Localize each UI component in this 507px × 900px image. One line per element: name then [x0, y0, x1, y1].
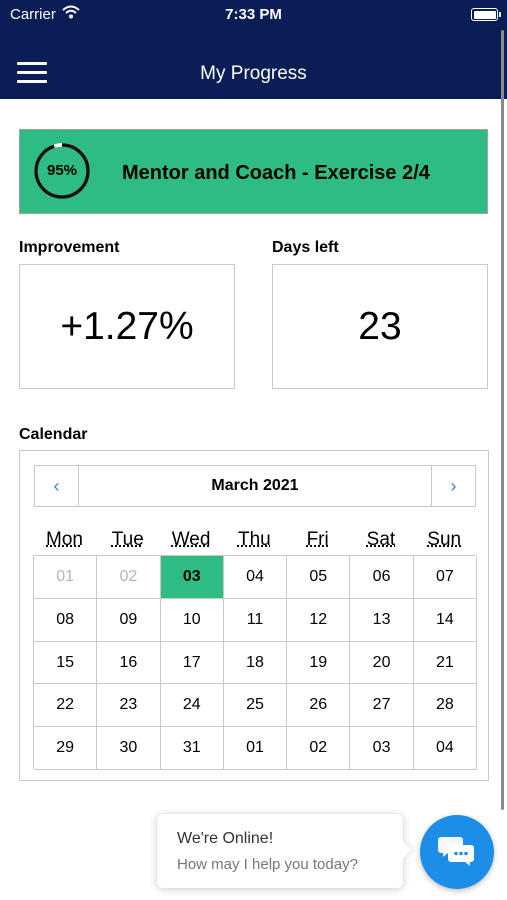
battery-icon [471, 8, 501, 21]
improvement-value: +1.27% [60, 305, 194, 348]
weekday-header: Thu [237, 529, 271, 550]
exercise-banner: 95% Mentor and Coach - Exercise 2/4 [19, 129, 488, 214]
calendar-day[interactable]: 23 [97, 684, 161, 728]
calendar-day[interactable]: 04 [223, 556, 288, 599]
calendar-day[interactable]: 21 [413, 641, 477, 685]
calendar-day[interactable]: 29 [34, 727, 98, 770]
calendar-day[interactable]: 30 [97, 727, 161, 770]
calendar-day[interactable]: 14 [413, 598, 477, 642]
calendar: ‹ March 2021 › Mon Tue Wed Thu Fri Sat Sun 01 0… [19, 450, 489, 781]
calendar-day[interactable]: 02 [287, 727, 351, 770]
weekday-header: Sun [427, 529, 462, 550]
calendar-label: Calendar [19, 426, 88, 443]
calendar-day[interactable]: 03 [160, 556, 224, 599]
progress-ring: 95% [33, 142, 91, 200]
weekday-header: Mon [46, 529, 83, 550]
status-bar: Carrier 7:33 PM [0, 0, 507, 30]
improvement-card: +1.27% [19, 264, 235, 389]
calendar-day[interactable]: 15 [34, 641, 98, 685]
calendar-day[interactable]: 03 [350, 727, 414, 770]
calendar-day[interactable]: 18 [223, 641, 288, 685]
days-left-card: 23 [272, 264, 488, 389]
calendar-day[interactable]: 11 [223, 598, 288, 642]
calendar-day[interactable]: 04 [413, 727, 477, 770]
calendar-day[interactable]: 24 [160, 684, 224, 728]
next-month-button[interactable]: › [431, 466, 475, 506]
prev-month-button[interactable]: ‹ [35, 466, 79, 506]
chat-popup[interactable]: We're Online! How may I help you today? [157, 814, 403, 888]
calendar-day[interactable]: 08 [34, 598, 98, 642]
chat-bubbles-icon [438, 837, 474, 866]
calendar-day[interactable]: 01 [223, 727, 288, 770]
calendar-month-title: March 2021 [211, 477, 299, 494]
calendar-day[interactable]: 09 [97, 598, 161, 642]
calendar-day[interactable]: 25 [223, 684, 288, 728]
calendar-day[interactable]: 22 [34, 684, 98, 728]
calendar-day[interactable]: 26 [287, 684, 351, 728]
calendar-day[interactable]: 01 [34, 556, 98, 599]
weekday-header: Fri [306, 529, 329, 550]
calendar-day[interactable]: 16 [97, 641, 161, 685]
page-title: My Progress [200, 63, 307, 84]
weekday-header: Wed [171, 529, 211, 550]
scrollbar[interactable] [501, 30, 504, 810]
calendar-day[interactable]: 07 [413, 556, 477, 599]
exercise-title: Mentor and Coach - Exercise 2/4 [122, 162, 430, 184]
days-left-value: 23 [358, 305, 402, 348]
chat-prompt-text: How may I help you today? [177, 856, 358, 873]
clock: 7:33 PM [225, 6, 282, 23]
weekday-header: Sat [366, 529, 396, 550]
chat-launcher-button[interactable] [420, 815, 494, 889]
calendar-day[interactable]: 05 [287, 556, 351, 599]
improvement-label: Improvement [19, 239, 120, 256]
app-header: Carrier 7:33 PM My Progress [0, 0, 507, 99]
calendar-grid: 01 02 03 04 05 06 07 08 09 10 11 12 13 14 15 16 17 18 19 20… [33, 555, 477, 770]
calendar-day[interactable]: 20 [350, 641, 414, 685]
calendar-day[interactable]: 13 [350, 598, 414, 642]
calendar-day[interactable]: 12 [287, 598, 351, 642]
calendar-day[interactable]: 27 [350, 684, 414, 728]
chat-status-text: We're Online! [177, 830, 274, 847]
weekday-header: Tue [111, 529, 144, 550]
calendar-day[interactable]: 06 [350, 556, 414, 599]
calendar-day[interactable]: 10 [160, 598, 224, 642]
days-left-label: Days left [272, 239, 339, 256]
calendar-day[interactable]: 02 [97, 556, 161, 599]
calendar-day[interactable]: 28 [413, 684, 477, 728]
calendar-day[interactable]: 17 [160, 641, 224, 685]
calendar-header: ‹ March 2021 › [34, 465, 476, 507]
calendar-day[interactable]: 31 [160, 727, 224, 770]
progress-percent: 95% [46, 162, 78, 179]
calendar-day[interactable]: 19 [287, 641, 351, 685]
